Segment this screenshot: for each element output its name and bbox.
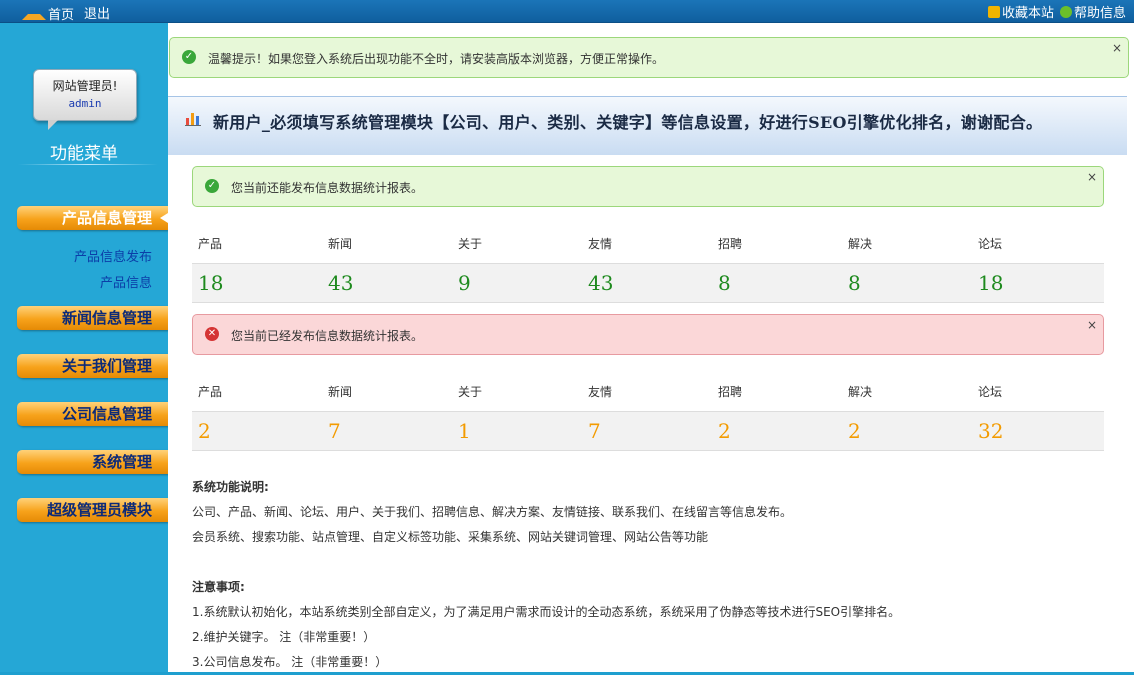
features-title: 系统功能说明: [192, 480, 269, 494]
notes-line-3: 3.公司信息发布。 注（非常重要！） [192, 655, 388, 669]
admin-greeting: 网站管理员! [52, 79, 118, 93]
home-icon [22, 2, 46, 20]
page-header: 新用户_必须填写系统管理模块【公司、用户、类别、关键字】等信息设置，好进行SEO… [168, 96, 1127, 155]
col-about: 关于 [458, 236, 483, 251]
top-left-links: 首页 退出 [22, 2, 110, 23]
value-links: 7 [588, 419, 601, 443]
col-forum: 论坛 [978, 384, 1003, 399]
notes-title: 注意事项: [192, 580, 245, 594]
menu-news-management[interactable]: 新闻信息管理 [17, 306, 168, 330]
submenu-product-info[interactable]: 产品信息 [100, 272, 152, 291]
bookmark-icon [987, 6, 1000, 18]
value-solutions: 8 [848, 271, 861, 295]
table-row: 18 43 9 43 8 8 18 [192, 263, 1104, 303]
col-about: 关于 [458, 384, 483, 399]
notes-line-1: 1.系统默认初始化，本站系统类别全部自定义，为了满足用户需求而设计的全动态系统，… [192, 605, 901, 619]
check-icon: ✓ [182, 50, 196, 64]
menu-divider [18, 164, 158, 165]
remaining-stats-table: 产品 新闻 关于 友情 招聘 解决 论坛 18 43 9 43 8 8 18 [192, 223, 1104, 303]
help-label: 帮助信息 [1073, 6, 1126, 21]
menu-system-management[interactable]: 系统管理 [17, 450, 168, 474]
table-header: 产品 新闻 关于 友情 招聘 解决 论坛 [192, 223, 1104, 263]
value-forum: 18 [978, 271, 1004, 295]
remaining-notice-text: 您当前还能发布信息数据统计报表。 [231, 181, 424, 195]
col-jobs: 招聘 [718, 384, 743, 399]
close-icon[interactable]: × [1087, 318, 1097, 332]
col-links: 友情 [588, 236, 613, 251]
help-icon [1059, 6, 1072, 18]
menu-company-management[interactable]: 公司信息管理 [17, 402, 168, 426]
close-icon[interactable]: × [1087, 170, 1097, 184]
admin-card: 网站管理员! admin [33, 69, 137, 130]
top-right-links: 收藏本站 帮助信息 [987, 2, 1126, 21]
help-link[interactable]: 帮助信息 [1059, 2, 1126, 21]
remaining-notice: ✓ 您当前还能发布信息数据统计报表。 × [192, 166, 1104, 207]
value-solutions: 2 [848, 419, 861, 443]
browser-tip-text: 温馨提示！如果您登入系统后出现功能不全时，请安装高版本浏览器，方便正常操作。 [208, 52, 665, 66]
top-bar: 首页 退出 收藏本站 帮助信息 [0, 0, 1134, 23]
value-product: 2 [198, 419, 211, 443]
table-row: 2 7 1 7 2 2 32 [192, 411, 1104, 451]
notes-line-2: 2.维护关键字。 注（非常重要！） [192, 630, 376, 644]
menu-title: 功能菜单 [50, 144, 118, 164]
home-link[interactable]: 首页 [22, 2, 74, 23]
col-solutions: 解决 [848, 384, 873, 399]
col-links: 友情 [588, 384, 613, 399]
menu-about-management[interactable]: 关于我们管理 [17, 354, 168, 378]
value-news: 43 [328, 271, 354, 295]
home-label: 首页 [48, 8, 75, 23]
col-product: 产品 [198, 384, 223, 399]
col-news: 新闻 [328, 236, 353, 251]
bookmark-link[interactable]: 收藏本站 [987, 2, 1054, 21]
col-solutions: 解决 [848, 236, 873, 251]
table-header: 产品 新闻 关于 友情 招聘 解决 论坛 [192, 371, 1104, 411]
value-product: 18 [198, 271, 224, 295]
error-icon: ✕ [205, 327, 219, 341]
col-forum: 论坛 [978, 236, 1003, 251]
value-jobs: 8 [718, 271, 731, 295]
chart-icon [185, 113, 201, 126]
check-icon: ✓ [205, 179, 219, 193]
submenu-product-publish[interactable]: 产品信息发布 [74, 246, 152, 265]
value-forum: 32 [978, 419, 1004, 443]
features-line-1: 公司、产品、新闻、论坛、用户、关于我们、招聘信息、解决方案、友情链接、联系我们、… [192, 505, 793, 519]
value-about: 9 [458, 271, 471, 295]
value-jobs: 2 [718, 419, 731, 443]
speech-tail [48, 120, 58, 130]
features-line-2: 会员系统、搜索功能、站点管理、自定义标签功能、采集系统、网站关键词管理、网站公告… [192, 530, 709, 544]
notes-section: 注意事项: 1.系统默认初始化，本站系统类别全部自定义，为了满足用户需求而设计的… [192, 575, 900, 675]
browser-tip: ✓ 温馨提示！如果您登入系统后出现功能不全时，请安装高版本浏览器，方便正常操作。… [169, 37, 1129, 78]
col-news: 新闻 [328, 384, 353, 399]
features-section: 系统功能说明: 公司、产品、新闻、论坛、用户、关于我们、招聘信息、解决方案、友情… [192, 475, 792, 550]
logout-link[interactable]: 退出 [84, 3, 110, 22]
menu-product-management[interactable]: 产品信息管理 [17, 206, 168, 230]
bookmark-label: 收藏本站 [1001, 6, 1054, 21]
value-news: 7 [328, 419, 341, 443]
page-title: 新用户_必须填写系统管理模块【公司、用户、类别、关键字】等信息设置，好进行SEO… [213, 113, 1043, 132]
value-about: 1 [458, 419, 471, 443]
close-icon[interactable]: × [1112, 41, 1122, 55]
published-notice: ✕ 您当前已经发布信息数据统计报表。 × [192, 314, 1104, 355]
published-stats-table: 产品 新闻 关于 友情 招聘 解决 论坛 2 7 1 7 2 2 32 [192, 371, 1104, 451]
col-jobs: 招聘 [718, 236, 743, 251]
col-product: 产品 [198, 236, 223, 251]
admin-name: admin [68, 97, 102, 110]
sidebar: 网站管理员! admin 功能菜单 产品信息管理 产品信息发布 产品信息 新闻信… [0, 23, 168, 672]
published-notice-text: 您当前已经发布信息数据统计报表。 [231, 329, 424, 343]
main-content: ✓ 温馨提示！如果您登入系统后出现功能不全时，请安装高版本浏览器，方便正常操作。… [168, 23, 1134, 672]
value-links: 43 [588, 271, 614, 295]
menu-super-admin[interactable]: 超级管理员模块 [17, 498, 168, 522]
